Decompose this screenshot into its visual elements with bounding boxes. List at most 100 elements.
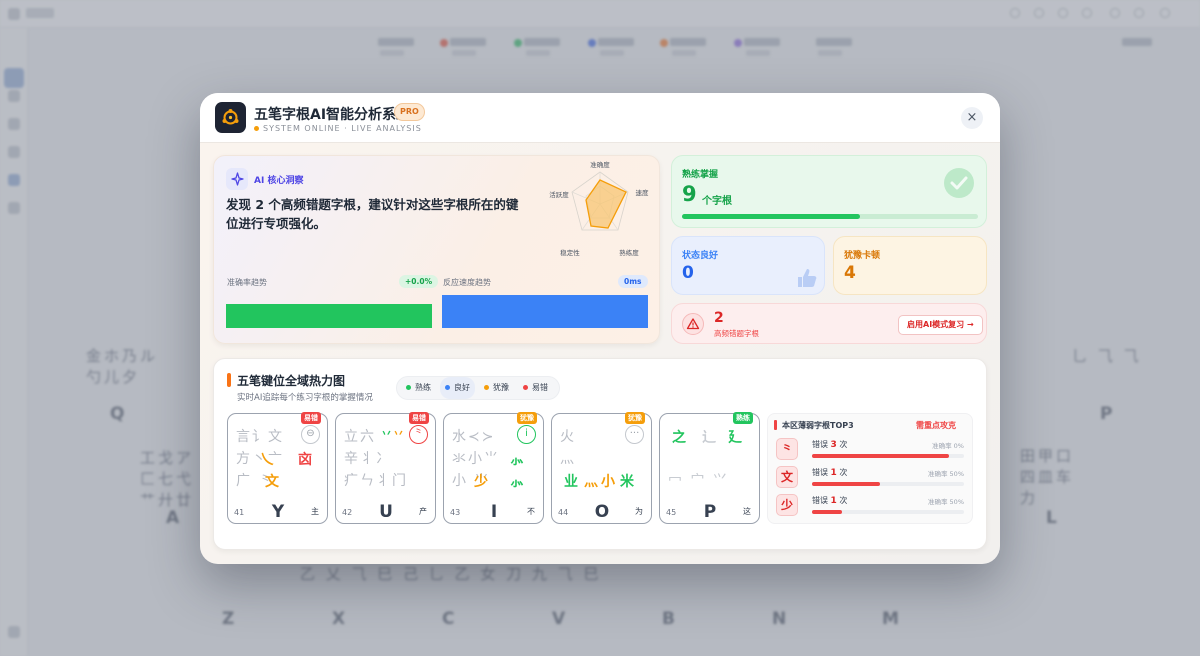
status-badge: 易错 [301,412,321,424]
heatmap-card: 五笔键位全域热力图 实时AI追踪每个练习字根的掌握情况 熟练 良好 犹豫 易错 … [213,358,987,550]
heatmap-subtitle: 实时AI追踪每个练习字根的掌握情况 [237,393,373,403]
errors-label: 高频错题字根 [714,329,759,338]
weak-root-errors: 错误 1 次 [812,496,848,506]
key-card-o[interactable]: 犹豫 火灬 业 灬 小 米 ··· 44 O 为 [551,412,652,524]
root-error: 㐫 [298,452,312,468]
radar-axis-label: 稳定性 [560,248,580,257]
legend-item-mastered[interactable]: 熟练 [401,377,436,399]
ai-insight-card: AI 核心洞察 发现 2 个高频错题字根，建议针对这些字根所在的键位进行专项强化… [213,155,660,344]
weak-root-bar [812,454,964,458]
status-badge: 犹豫 [517,412,537,424]
check-circle-icon [944,168,974,198]
weak-root-bar [812,482,964,486]
root-hesitant: 乀 [260,452,274,468]
radar-axis-label: 熟练度 [619,248,639,257]
key-code-icon: ⺀ [409,425,428,444]
weak-roots-title: 本区薄弱字根TOP3 [782,421,854,430]
close-button[interactable]: × [961,107,983,129]
weak-root-errors: 错误 3 次 [812,440,848,450]
key-card-i[interactable]: 犹豫 水≺≻ 氺小⺌小 ⺌ ⺗ 少 ⺗ i 43 I 不 [443,412,544,524]
modal-title: 五笔字根AI智能分析系统 [254,107,411,123]
weak-root-glyph: ⺀ [776,438,798,460]
good-value: 0 [682,263,694,283]
errors-card: 2 高频错题字根 启用AI模式复习 → [671,303,987,344]
key-card-p[interactable]: 熟练 冖 宀 ⺍ 之 辶 廴 45 P 这 [659,412,760,524]
root-hesitant: 少 [474,474,488,490]
weak-root-row[interactable]: 文 错误 1 次 准确率 50% [776,466,968,490]
warning-icon [682,313,704,335]
heatmap-legend: 熟练 良好 犹豫 易错 [396,376,560,400]
heatmap-title: 五笔键位全域热力图 [237,374,346,388]
weak-root-row[interactable]: ⺀ 错误 3 次 准确率 0% [776,438,968,462]
root-hesitant: 文 [265,474,279,490]
accuracy-trend-value: +0.0% [399,275,439,288]
hesitant-value: 4 [844,263,856,283]
root-hesitant: 灬 [584,474,598,490]
weak-root-glyph: 文 [776,466,798,488]
radar-chart: 准确度 速度 熟练度 稳定性 活跃度 [549,160,650,257]
weak-root-glyph: 少 [776,494,798,516]
key-card-u[interactable]: 易错 立六 辛丬冫 疒ㄣ丬门 丷 丷 ⺀ 42 U 产 [335,412,436,524]
key-glyphs: 火灬 [560,429,576,467]
key-card-y[interactable]: 易错 言讠文 方丶亠广 ⺀ 乀 㐫 文 ⊖ 41 Y 主 [227,412,328,524]
root-mastered: ⺗ [510,452,524,468]
root-mastered: 之 [672,430,686,446]
weak-roots-panel: 本区薄弱字根TOP3 需重点攻克 ⺀ 错误 3 次 准确率 0% 文 错误 1 … [767,413,973,524]
root-mastered: 廴 [728,430,742,446]
root-mastered: ⺗ [510,474,524,490]
system-status: SYSTEM ONLINE · LIVE ANALYSIS [254,124,422,133]
root-hesitant: 丷 [393,427,404,440]
legend-item-hesitant[interactable]: 犹豫 [479,377,514,399]
root-neutral: 辶 [702,430,716,446]
radar-area [585,179,627,229]
weak-root-bar-fill [812,482,881,486]
key-code-icon: ⊖ [301,425,320,444]
pro-badge: PRO [394,103,425,121]
weak-root-bar [812,510,964,514]
key-word: 不 [527,507,535,516]
good-label: 状态良好 [682,251,719,261]
speed-trend-bar [442,295,648,328]
weak-root-accuracy: 准确率 50% [927,498,964,506]
status-badge: 犹豫 [625,412,645,424]
key-code-icon: ··· [625,425,644,444]
key-word: 主 [311,507,319,516]
good-card: 状态良好 0 [671,236,825,295]
mastered-label: 熟练掌握 [682,170,719,180]
weak-root-errors: 错误 1 次 [812,468,848,478]
ai-insight-text: 发现 2 个高频错题字根，建议针对这些字根所在的键位进行专项强化。 [226,197,519,231]
legend-item-error[interactable]: 易错 [518,377,553,399]
radar-axis-label: 速度 [636,188,650,197]
errors-value: 2 [714,310,724,326]
title-accent [774,420,777,430]
mastered-progress-fill [682,214,860,219]
hesitant-card: 犹豫卡顿 4 [833,236,987,295]
analysis-modal: 五笔字根AI智能分析系统 PRO SYSTEM ONLINE · LIVE AN… [200,93,1000,564]
legend-item-good[interactable]: 良好 [440,377,475,399]
app-logo-icon [215,102,246,133]
ai-review-button[interactable]: 启用AI模式复习 → [898,315,983,335]
root-mastered: 丷 [381,427,392,440]
weak-root-bar-fill [812,454,949,458]
mastered-unit: 个字根 [702,196,732,207]
status-badge: 熟练 [733,412,753,424]
radar-axis-label: 活跃度 [549,190,569,199]
ai-insight-label: AI 核心洞察 [254,176,304,186]
radar-axis-label: 准确度 [590,160,610,169]
thumbs-up-icon [798,269,817,287]
speed-trend-value: 0ms [618,275,648,288]
mastered-progress [682,214,978,219]
key-word: 这 [743,507,751,516]
mastered-card: 熟练掌握 9 个字根 [671,155,987,228]
hesitant-label: 犹豫卡顿 [844,251,881,261]
accuracy-trend-label: 准确率趋势 [227,278,267,287]
status-badge: 易错 [409,412,429,424]
title-accent [227,373,231,387]
root-mastered: 米 [620,474,634,490]
weak-root-row[interactable]: 少 错误 1 次 准确率 50% [776,494,968,518]
weak-root-bar-fill [812,510,843,514]
root-hesitant: 小 [601,474,615,490]
weak-root-accuracy: 准确率 50% [927,470,964,478]
focus-tag: 需重点攻克 [916,421,956,430]
speed-trend-label: 反应速度趋势 [443,278,491,287]
